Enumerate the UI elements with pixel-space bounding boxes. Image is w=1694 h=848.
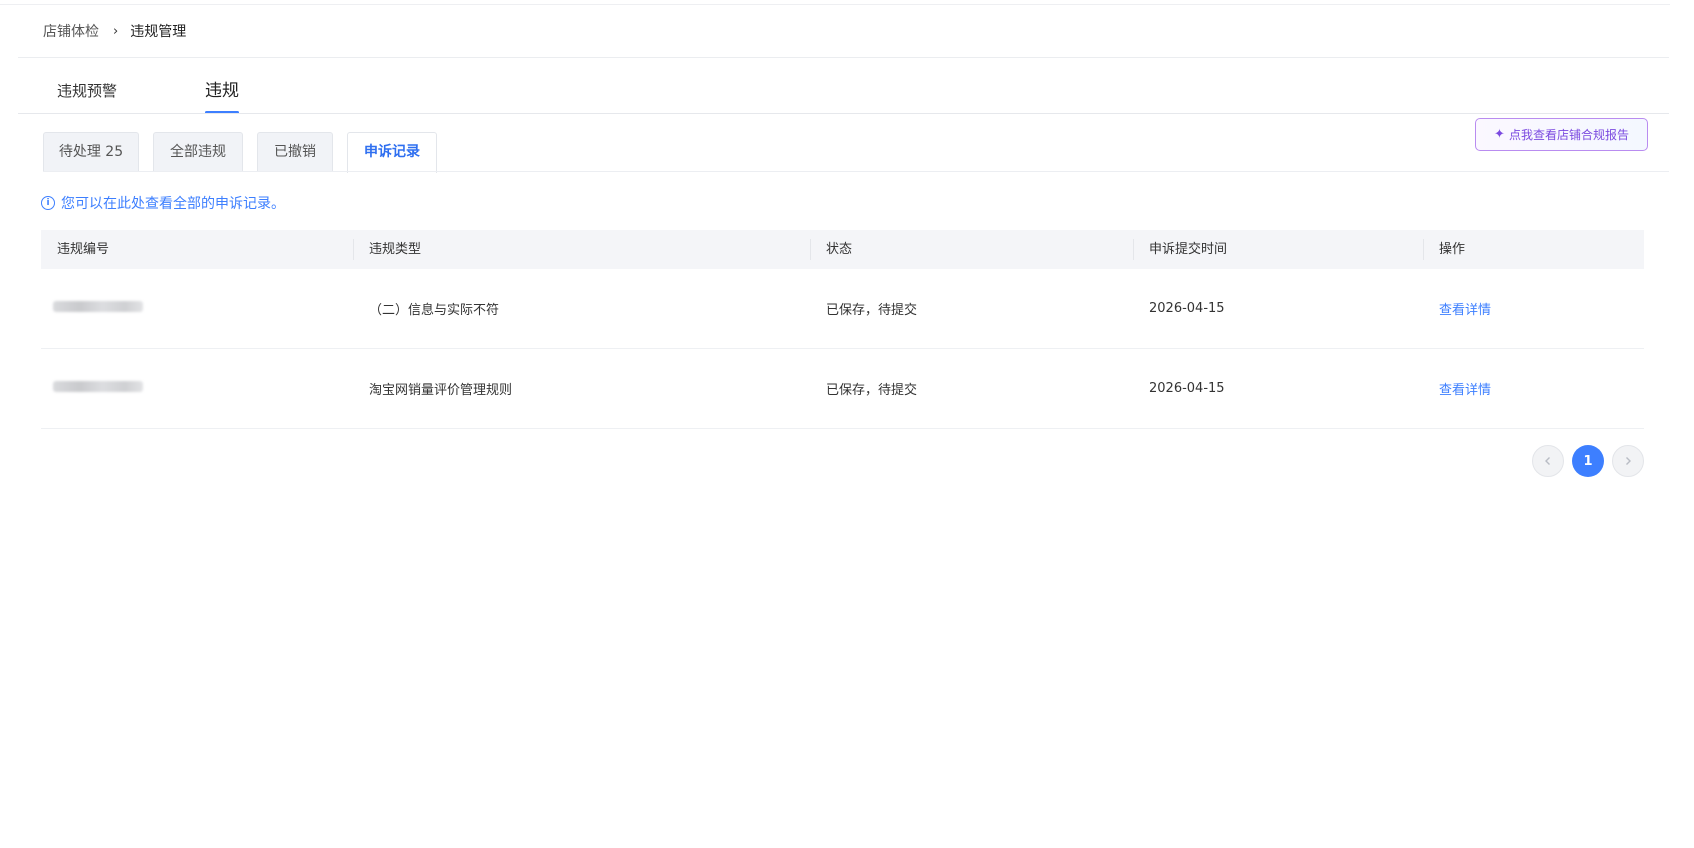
breadcrumb-item-shop-check[interactable]: 店铺体检 — [43, 21, 99, 41]
subtab-all-violations[interactable]: 全部违规 — [153, 132, 243, 172]
next-page-button[interactable] — [1612, 445, 1644, 477]
sub-tabs-divider — [43, 171, 1669, 172]
cell-violation-type: 淘宝网销量评价管理规则 — [369, 383, 513, 398]
cell-submit-time: 2026-04-15 — [1149, 381, 1225, 396]
view-details-link[interactable]: 查看详情 — [1439, 383, 1491, 398]
main-tabs: 违规预警 违规 — [18, 78, 1669, 114]
chevron-left-icon — [1545, 457, 1550, 465]
page-number-button[interactable]: 1 — [1572, 445, 1604, 477]
chevron-right-icon — [1626, 457, 1631, 465]
cell-violation-id — [41, 381, 353, 396]
tab-violation-warning[interactable]: 违规预警 — [57, 78, 117, 114]
compliance-report-label: 点我查看店铺合规报告 — [1508, 128, 1629, 142]
cell-status: 已保存，待提交 — [826, 303, 918, 318]
compliance-report-button[interactable]: ✦ 点我查看店铺合规报告 — [1475, 118, 1648, 151]
tab-violation[interactable]: 违规 — [205, 78, 239, 114]
cell-action: 查看详情 — [1423, 379, 1644, 398]
appeal-notice: i 您可以在此处查看全部的申诉记录。 — [41, 192, 285, 214]
pagination: 1 — [1532, 445, 1644, 477]
column-header-violation-id: 违规编号 — [57, 242, 110, 257]
breadcrumb: 店铺体检 › 违规管理 — [43, 20, 186, 42]
column-header-action: 操作 — [1423, 230, 1644, 269]
top-divider — [0, 4, 1670, 5]
subtab-appeal-records[interactable]: 申诉记录 — [347, 132, 437, 173]
view-details-link[interactable]: 查看详情 — [1439, 303, 1491, 318]
violation-management-page: 店铺体检 › 违规管理 违规预警 违规 待处理 25 全部违规 已撤销 申诉记录… — [0, 0, 1694, 848]
redacted-id — [53, 381, 143, 392]
prev-page-button[interactable] — [1532, 445, 1564, 477]
column-header-violation-type: 违规类型 — [353, 230, 810, 269]
cell-submit-time: 2026-04-15 — [1149, 301, 1225, 316]
table-row: （二）信息与实际不符 已保存，待提交 2026-04-15 查看详情 — [41, 269, 1644, 349]
notice-text: 您可以在此处查看全部的申诉记录。 — [61, 196, 285, 212]
redacted-id — [53, 301, 143, 312]
cell-action: 查看详情 — [1423, 299, 1644, 318]
info-icon: i — [41, 196, 55, 210]
subtab-revoked[interactable]: 已撤销 — [257, 132, 333, 172]
appeal-records-table: 违规编号 违规类型 状态 申诉提交时间 操作 （二）信息与实际不符 已保存，待提… — [41, 230, 1644, 429]
cell-violation-id — [41, 301, 353, 316]
subtab-pending[interactable]: 待处理 25 — [43, 132, 139, 172]
cell-status: 已保存，待提交 — [826, 383, 918, 398]
cell-violation-type: （二）信息与实际不符 — [369, 303, 500, 318]
chevron-right-icon: › — [113, 23, 119, 39]
breadcrumb-item-violation-management: 违规管理 — [130, 24, 187, 40]
column-header-status: 状态 — [810, 230, 1133, 269]
sparkle-icon: ✦ — [1494, 127, 1505, 142]
breadcrumb-divider — [18, 57, 1669, 58]
table-row: 淘宝网销量评价管理规则 已保存，待提交 2026-04-15 查看详情 — [41, 349, 1644, 429]
main-tabs-divider — [18, 113, 1669, 114]
column-header-submit-time: 申诉提交时间 — [1133, 230, 1423, 269]
table-header: 违规编号 违规类型 状态 申诉提交时间 操作 — [41, 230, 1644, 269]
